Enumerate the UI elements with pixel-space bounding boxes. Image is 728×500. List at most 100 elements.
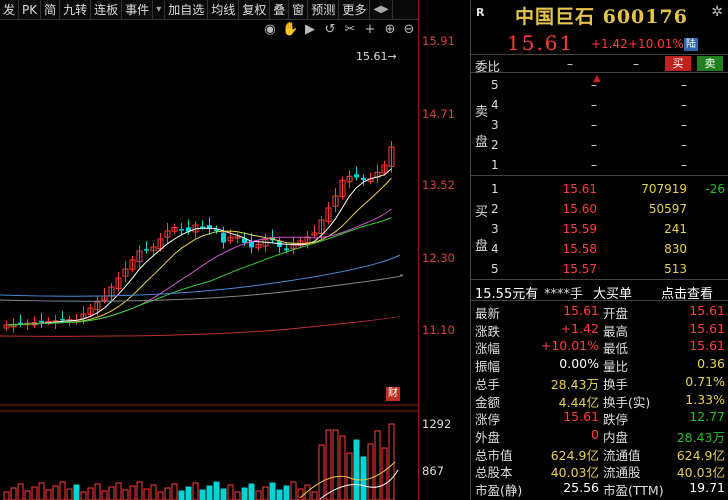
click-to-view-link[interactable]: 点击查看 [661,283,713,302]
toolbar-item[interactable]: 九转 [60,0,92,20]
ask-row[interactable]: 2 – – [491,136,727,156]
volume-bar [66,488,73,500]
candle-body [221,232,226,243]
order-price: – [591,158,597,172]
toolbar-item[interactable]: 事件 [122,0,154,20]
kline-chart-area[interactable]: 发 PK 简九转 连板 事件 ▾ 加自选 均线 复权叠窗预测 更多 ◀▶ ◉ ✋ ▶ ↺ ✂ + ⊕… [0,0,470,500]
toolbar-item[interactable]: 发 [0,0,20,20]
order-volume: – [681,118,687,132]
candle-body [39,320,44,323]
toolbar-item[interactable]: 预测 [308,0,340,20]
stat-label: 跌停 [603,412,629,428]
toolbar-item[interactable]: 连板 [91,0,123,20]
big-buy-order-link[interactable]: 大买单 [593,283,632,302]
volume-bar [353,439,360,500]
toolbar-item[interactable]: PK [19,0,42,20]
volume-bar [248,483,255,500]
hand-icon[interactable]: ✋ [282,22,298,38]
volume-bar [122,489,129,500]
stats-row: 总市值 624.9亿 流通值 624.9亿 [471,445,728,463]
volume-bar [31,486,38,500]
toolbar-item[interactable]: 加自选 [165,0,209,20]
stat-label: 最低 [603,341,629,357]
stats-table: 最新 15.61 开盘 15.61 涨跌 +1.42 最高 15.61 涨幅 +10.01% 最低 1… [471,302,728,500]
volume-bar [234,491,241,500]
zoom-out-icon[interactable]: ⊖ [401,22,417,38]
volume-bar [206,485,213,500]
ask-row[interactable]: 5 – – [491,76,727,96]
current-price-marker: 15.61→ [356,50,397,63]
eye-icon[interactable]: ◉ [262,22,278,38]
bid-side-label: 买 [475,205,489,220]
stats-row: 总股本 40.03亿 流通股 40.03亿 [471,462,728,481]
stat-label: 换手(实) [603,394,651,410]
toolbar-item[interactable]: 均线 [208,0,240,20]
plus-icon[interactable]: + [362,22,378,38]
stat-label: 涨幅 [475,341,501,357]
bid-row[interactable]: 4 15.58 830 [491,240,727,260]
bid-row[interactable]: 3 15.59 241 [491,220,727,240]
stock-title[interactable]: 中国巨石 600176 [515,2,688,29]
order-price: 15.59 [562,222,597,236]
order-level: 5 [491,78,499,92]
finance-event-badge[interactable]: 财 [386,387,400,401]
price-change-percent: +10.01% [628,37,684,51]
deal-volume: ****手 [544,287,584,302]
toolbar-item[interactable]: 更多 [339,0,371,20]
weicha-value: – [633,57,639,71]
toolbar-item[interactable]: 复权 [239,0,271,20]
candle-body [361,177,366,181]
toolbar-item[interactable]: 窗 [289,0,309,20]
stat-value: 28.43万 [676,429,725,445]
stat-label: 最高 [603,323,629,339]
gear-icon[interactable]: ✲ [711,4,723,20]
stat-value: 15.61 [563,303,599,318]
buy-button[interactable]: 买 [665,56,691,71]
play-icon[interactable]: ▶ [302,22,318,38]
stat-label: 换手 [603,376,629,392]
ask-row[interactable]: 3 – – [491,116,727,136]
order-volume: 50597 [648,202,687,216]
weibi-label: 委比 [475,59,501,74]
stat-value: 15.61 [689,338,725,354]
volume-bar [185,486,192,500]
stat-label: 开盘 [603,306,629,321]
toolbar-item[interactable]: ▾ [153,0,166,20]
zoom-in-icon[interactable]: ⊕ [382,22,398,38]
volume-bar [339,435,346,500]
ask-row[interactable]: 1 – – [491,156,727,176]
stats-row: 涨跌 +1.42 最高 15.61 [471,321,728,339]
quote-panel: R 中国巨石 600176 ✲ 15.61 +1.42 +10.01% 陆 委比… [470,0,728,500]
quote-header: R 中国巨石 600176 ✲ 15.61 +1.42 +10.01% 陆 [471,0,728,55]
kline-chart[interactable] [0,0,418,500]
order-level: 2 [491,138,499,152]
ma30-line [6,217,392,326]
sell-button[interactable]: 卖 [697,56,723,71]
volume-bar [24,490,31,500]
stat-label: 振幅 [475,359,501,375]
stat-label: 流通股 [603,465,641,481]
toolbar-item[interactable]: 简 [41,0,61,20]
ask-row[interactable]: 4 – – [491,96,727,116]
bid-row[interactable]: 1 15.61 707919 -26 [491,180,727,200]
bid-row[interactable]: 5 15.57 513 [491,260,727,280]
volume-bar [80,491,87,500]
candle-body [179,229,184,231]
scissors-icon[interactable]: ✂ [342,22,358,38]
deal-row: 15.55元有 ****手 大买单 点击查看 [471,281,728,302]
stat-value: 1.33% [685,391,725,407]
volume-bar [325,429,332,500]
undo-icon[interactable]: ↺ [322,22,338,38]
volume-bar [87,487,94,500]
r-badge: R [476,6,485,19]
toolbar-item[interactable]: ◀▶ [370,0,393,20]
toolbar-item[interactable]: 叠 [270,0,290,20]
price-change: +1.42 [591,37,628,51]
order-price: – [591,138,597,152]
volume-bar [269,482,276,500]
bid-row[interactable]: 2 15.60 50597 [491,200,727,220]
stat-label: 总手 [475,376,501,392]
order-level: 1 [491,182,499,196]
stat-label: 涨跌 [475,323,501,339]
order-level: 5 [491,262,499,276]
